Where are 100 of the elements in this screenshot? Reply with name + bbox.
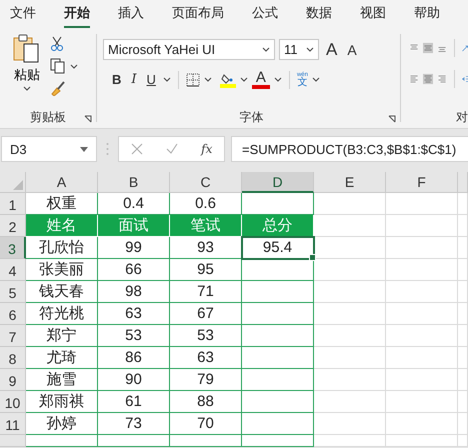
table-cell bbox=[458, 259, 468, 281]
row-header[interactable]: 10 bbox=[0, 391, 26, 413]
drag-handle-icon[interactable] bbox=[106, 142, 109, 156]
bold-button[interactable]: B bbox=[109, 72, 124, 87]
row-header[interactable]: 8 bbox=[0, 347, 26, 369]
column-header[interactable]: D bbox=[242, 172, 314, 193]
table-cell bbox=[314, 237, 386, 259]
table-cell bbox=[170, 435, 242, 447]
formula-input[interactable]: =SUMPRODUCT(B3:C3,$B$1:$C$1) bbox=[231, 136, 468, 162]
table-cell bbox=[386, 325, 458, 347]
underline-button[interactable]: U bbox=[144, 72, 159, 87]
active-cell[interactable]: 95.4 bbox=[242, 237, 314, 259]
shrink-font-button[interactable]: A bbox=[344, 42, 360, 58]
table-cell bbox=[458, 413, 468, 435]
table-cell bbox=[458, 193, 468, 215]
column-header[interactable]: E bbox=[314, 172, 386, 193]
copy-icon[interactable] bbox=[50, 58, 78, 74]
table-cell bbox=[314, 391, 386, 413]
paste-button[interactable]: 粘贴 bbox=[12, 34, 42, 106]
table-cell bbox=[242, 391, 314, 413]
select-all-corner[interactable] bbox=[0, 172, 26, 193]
ribbon-tab[interactable]: 视图 bbox=[360, 0, 386, 28]
table-cell: 符光桃 bbox=[26, 303, 98, 325]
table-cell bbox=[458, 215, 468, 237]
dialog-launcher-icon[interactable] bbox=[84, 115, 92, 123]
ribbon-tab[interactable]: 页面布局 bbox=[172, 0, 224, 28]
column-header[interactable]: A bbox=[26, 172, 98, 193]
row-header[interactable]: 11 bbox=[0, 413, 26, 435]
table-cell: 钱天春 bbox=[26, 281, 98, 303]
table-cell bbox=[386, 391, 458, 413]
ribbon-tab[interactable]: 插入 bbox=[118, 0, 144, 28]
insert-function-button[interactable]: fx bbox=[201, 142, 212, 156]
table-cell bbox=[314, 369, 386, 391]
ribbon-tab[interactable]: 帮助 bbox=[414, 0, 440, 28]
column-header[interactable]: F bbox=[386, 172, 458, 193]
fill-handle[interactable] bbox=[309, 254, 316, 261]
table-cell bbox=[242, 369, 314, 391]
table-cell: 尤琦 bbox=[26, 347, 98, 369]
table-cell bbox=[242, 281, 314, 303]
row-header[interactable]: 9 bbox=[0, 369, 26, 391]
table-cell: 93 bbox=[170, 237, 242, 259]
triangle-icon bbox=[13, 180, 23, 190]
table-cell bbox=[458, 325, 468, 347]
name-box[interactable]: D3 bbox=[1, 136, 97, 162]
ribbon-tab[interactable]: 文件 bbox=[10, 0, 36, 28]
caret-icon bbox=[23, 86, 31, 91]
font-name-dropdown[interactable]: Microsoft YaHei UI bbox=[103, 39, 275, 60]
table-cell: 孙婷 bbox=[26, 413, 98, 435]
row-header[interactable] bbox=[0, 435, 26, 447]
row-header[interactable]: 7 bbox=[0, 325, 26, 347]
table-cell bbox=[458, 391, 468, 413]
grow-font-button[interactable]: A bbox=[323, 40, 340, 60]
dialog-launcher-icon[interactable] bbox=[388, 115, 396, 123]
border-icon[interactable] bbox=[186, 72, 200, 86]
table-cell bbox=[386, 193, 458, 215]
caret-icon bbox=[162, 77, 171, 82]
row-header[interactable]: 3 bbox=[0, 237, 26, 259]
italic-button[interactable]: I bbox=[128, 72, 140, 87]
paintbrush-icon[interactable] bbox=[50, 80, 66, 96]
caret-icon bbox=[312, 77, 320, 82]
row-header[interactable]: 5 bbox=[0, 281, 26, 303]
row-header[interactable]: 6 bbox=[0, 303, 26, 325]
table-cell: 71 bbox=[170, 281, 242, 303]
table-cell: 99 bbox=[98, 237, 170, 259]
table-cell bbox=[458, 347, 468, 369]
table-cell: 98 bbox=[98, 281, 170, 303]
scissors-icon[interactable] bbox=[50, 36, 64, 52]
column-header[interactable]: C bbox=[170, 172, 242, 193]
table-cell bbox=[386, 237, 458, 259]
column-header[interactable]: B bbox=[98, 172, 170, 193]
column-header[interactable] bbox=[458, 172, 468, 193]
row-header[interactable]: 4 bbox=[0, 259, 26, 281]
font-color-button[interactable]: A bbox=[252, 70, 270, 89]
ribbon-tab[interactable]: 数据 bbox=[306, 0, 332, 28]
row-header[interactable]: 2 bbox=[0, 215, 26, 237]
table-cell bbox=[458, 237, 468, 259]
ribbon-tab[interactable]: 公式 bbox=[252, 0, 278, 28]
table-cell: 67 bbox=[170, 303, 242, 325]
table-cell: 笔试 bbox=[170, 215, 242, 237]
fill-color-icon[interactable] bbox=[220, 72, 236, 88]
font-size-dropdown[interactable]: 11 bbox=[279, 39, 319, 60]
row-header[interactable]: 1 bbox=[0, 193, 26, 215]
table-cell: 63 bbox=[170, 347, 242, 369]
table-cell bbox=[386, 281, 458, 303]
table-cell bbox=[26, 435, 98, 447]
table-cell bbox=[314, 347, 386, 369]
table-cell: 95 bbox=[170, 259, 242, 281]
table-cell bbox=[242, 259, 314, 281]
table-cell: 张美丽 bbox=[26, 259, 98, 281]
table-cell: 53 bbox=[98, 325, 170, 347]
table-cell bbox=[458, 369, 468, 391]
table-cell bbox=[314, 303, 386, 325]
table-cell bbox=[386, 369, 458, 391]
caret-icon bbox=[306, 47, 314, 52]
table-cell bbox=[242, 413, 314, 435]
caret-icon bbox=[204, 77, 212, 82]
table-cell bbox=[314, 215, 386, 237]
table-cell bbox=[242, 435, 314, 447]
checkmark-icon[interactable] bbox=[166, 143, 178, 155]
cancel-icon[interactable] bbox=[130, 143, 143, 155]
